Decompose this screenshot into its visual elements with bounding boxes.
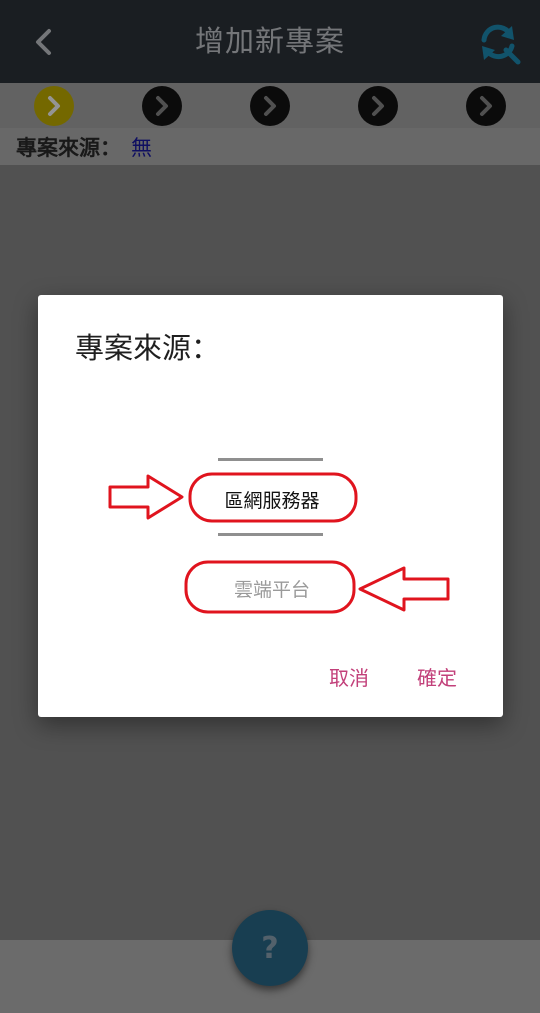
picker-bottom-divider xyxy=(218,533,323,536)
picker-top-divider xyxy=(218,458,323,461)
picker-option-lan-server[interactable]: 區網服務器 xyxy=(190,479,354,519)
cancel-button[interactable]: 取消 xyxy=(329,662,369,691)
source-picker: 區網服務器 雲端平台 xyxy=(38,295,503,717)
project-source-dialog: 專案來源： 區網服務器 雲端平台 取消 確定 xyxy=(38,295,503,717)
picker-option-cloud-platform[interactable]: 雲端平台 xyxy=(190,568,354,608)
confirm-button[interactable]: 確定 xyxy=(417,662,457,691)
dialog-actions: 取消 確定 xyxy=(329,662,457,691)
